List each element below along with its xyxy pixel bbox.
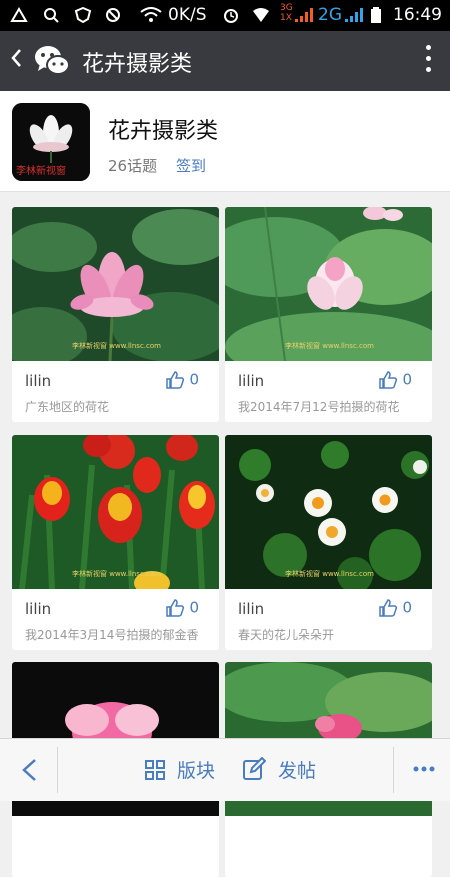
new-post-label: 发帖 <box>278 760 317 782</box>
thumbs-up-icon <box>165 371 184 389</box>
usb-debug-icon <box>10 7 28 22</box>
shield-icon <box>74 7 92 23</box>
wifi-signal-icon <box>253 8 269 22</box>
like-button[interactable]: 0 <box>378 370 412 390</box>
post-title: 广东地区的荷花 <box>25 400 110 414</box>
clock: 16:49 <box>393 5 442 25</box>
logo-text: 李林新视窗 <box>16 166 66 177</box>
like-count: 0 <box>402 370 412 389</box>
network-1x-label: 1X <box>280 13 292 23</box>
new-post-button[interactable]: 发帖 <box>242 756 316 783</box>
chevron-left-icon[interactable] <box>18 757 40 783</box>
photo-watermark: 李林新视窗 www.llnsc.com <box>72 570 161 578</box>
title-bar: 花卉摄影类 <box>0 31 450 91</box>
post-author: lilin <box>238 372 265 390</box>
network-3g-label: 3G <box>280 3 293 13</box>
forum-name: 花卉摄影类 <box>108 119 219 144</box>
checkin-button[interactable]: 签到 <box>176 155 206 176</box>
battery-icon <box>371 7 381 23</box>
post-author: lilin <box>25 372 52 390</box>
post-card[interactable]: 李林新视窗 www.llnsc.com lilin 0 春天的花儿朵朵开 <box>225 435 432 650</box>
sections-button[interactable]: 版块 <box>145 756 215 783</box>
like-count: 0 <box>189 598 199 617</box>
block-icon <box>106 8 120 22</box>
topic-count: 26话题 <box>108 157 158 175</box>
thumbs-up-icon <box>378 599 397 617</box>
wechat-icon <box>35 46 70 75</box>
chevron-left-icon[interactable] <box>10 47 22 69</box>
status-bar: 0K/S 3G 1X 2G 16:49 <box>0 0 450 31</box>
post-card[interactable]: 李林新视窗 www.llnsc.com lilin 0 广东地区的荷花 <box>12 207 219 422</box>
signal-bars-orange-icon <box>295 8 313 22</box>
search-icon <box>44 8 59 23</box>
post-card[interactable]: 李林新视窗 www.llnsc.com lilin 0 我2014年3月14号拍… <box>12 435 219 650</box>
thumbs-up-icon <box>165 599 184 617</box>
post-title: 春天的花儿朵朵开 <box>238 628 335 642</box>
grid-icon <box>145 760 165 780</box>
post-card[interactable]: 李林新视窗 www.llnsc.com lilin 0 我2014年7月12号拍… <box>225 207 432 422</box>
post-photo: 李林新视窗 www.llnsc.com <box>225 207 432 361</box>
thumbs-up-icon <box>378 371 397 389</box>
like-count: 0 <box>189 370 199 389</box>
forum-logo: 李林新视窗 <box>12 103 90 181</box>
like-button[interactable]: 0 <box>165 370 199 390</box>
photo-watermark: 李林新视窗 www.llnsc.com <box>72 342 161 350</box>
photo-watermark: 李林新视窗 www.llnsc.com <box>285 342 374 350</box>
more-vertical-icon[interactable] <box>426 45 432 77</box>
network-2g-label: 2G <box>318 5 342 25</box>
post-title: 我2014年7月12号拍摄的荷花 <box>238 400 400 414</box>
like-count: 0 <box>402 598 412 617</box>
post-photo: 李林新视窗 www.llnsc.com <box>12 207 219 361</box>
post-author: lilin <box>238 600 265 618</box>
post-photo: 李林新视窗 www.llnsc.com <box>12 435 219 589</box>
more-horizontal-icon[interactable] <box>412 759 436 779</box>
signal-bars-blue-icon <box>345 8 363 22</box>
alarm-icon <box>224 9 238 23</box>
photo-watermark: 李林新视窗 www.llnsc.com <box>285 570 374 578</box>
post-author: lilin <box>25 600 52 618</box>
forum-header: 李林新视窗 花卉摄影类 26话题 签到 <box>0 91 450 192</box>
post-photo: 李林新视窗 www.llnsc.com <box>225 435 432 589</box>
like-button[interactable]: 0 <box>165 598 199 618</box>
like-button[interactable]: 0 <box>378 598 412 618</box>
post-title: 我2014年3月14号拍摄的郁金香 <box>25 628 199 642</box>
edit-icon <box>243 756 267 780</box>
bottom-bar: 版块 发帖 <box>0 738 450 801</box>
page-title: 花卉摄影类 <box>82 52 193 77</box>
wifi-icon <box>140 7 162 22</box>
network-speed: 0K/S <box>168 5 207 25</box>
sections-label: 版块 <box>177 760 216 782</box>
